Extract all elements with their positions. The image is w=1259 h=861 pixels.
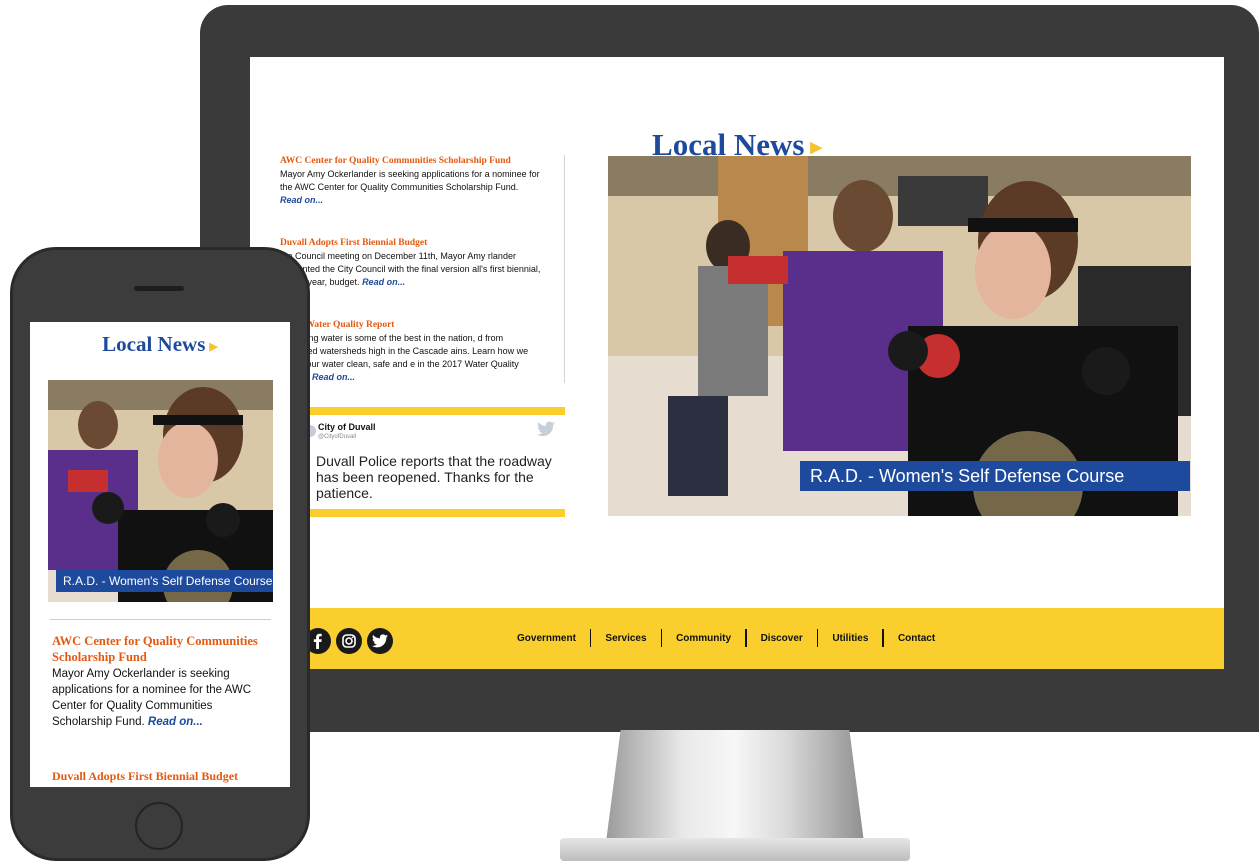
monitor-stand [605,730,865,850]
hero-image[interactable]: R.A.D. - Women's Self Defense Course [608,156,1191,516]
read-on-link[interactable]: Read on... [148,716,203,728]
tweet-handle: @CityofDuvall [318,434,357,440]
tweet-card[interactable]: City of Duvall @CityofDuvall Duvall Poli… [300,407,565,517]
nav-item-community[interactable]: Community [662,633,745,644]
nav-item-discover[interactable]: Discover [747,633,817,644]
mobile-hero-image[interactable]: R.A.D. - Women's Self Defense Course [48,380,273,602]
instagram-icon[interactable] [336,628,362,654]
mobile-news-item-title[interactable]: Duvall Adopts First Biennial Budget [52,768,282,784]
mobile-hero-photo [48,380,273,602]
news-item-title[interactable]: Duvall Adopts First Biennial Budget [280,237,542,250]
twitter-icon[interactable] [367,628,393,654]
mobile-news-item-title[interactable]: AWC Center for Quality Communities Schol… [52,633,272,665]
desktop-monitor: Local News ▶ AWC Center for Quality Commu… [200,5,1259,732]
read-on-link[interactable]: Read on... [280,195,323,205]
nav-item-utilities[interactable]: Utilities [818,633,882,644]
column-divider [564,155,565,383]
news-item: nnual Water Quality Report s drinking wa… [280,319,542,384]
site-footer: Government Services Community Discover U… [250,608,1224,669]
divider [50,619,271,620]
read-on-link[interactable]: Read on... [312,372,355,382]
read-on-link[interactable]: Read on... [362,277,405,287]
nav-item-government[interactable]: Government [503,633,590,644]
monitor-base [560,838,910,861]
news-item-body: Mayor Amy Ockerlander is seeking applica… [280,169,540,205]
desktop-screen: Local News ▶ AWC Center for Quality Commu… [250,57,1224,669]
phone-speaker [134,286,184,291]
tweet-text: Duvall Police reports that the roadway h… [316,453,552,501]
mobile-page-title: Local News ▶ [102,332,218,356]
hero-caption[interactable]: R.A.D. - Women's Self Defense Course [800,461,1190,491]
news-item-body: s drinking water is some of the best in … [280,333,529,382]
news-item: Duvall Adopts First Biennial Budget the … [280,237,542,289]
twitter-bird-icon[interactable] [537,421,555,437]
arrow-right-icon: ▶ [209,340,218,353]
mobile-news-item-body: Mayor Amy Ockerlander is seeking applica… [52,668,252,728]
news-item-body: the Council meeting on December 11th, Ma… [280,251,541,287]
mobile-screen: Local News ▶ R.A.D. - Women's Self Defen… [30,322,290,787]
news-list: AWC Center for Quality Communities Schol… [280,155,542,414]
mobile-phone: Local News ▶ R.A.D. - Women's Self Defen… [10,247,310,861]
mobile-hero-caption[interactable]: R.A.D. - Women's Self Defense Course [56,570,273,592]
news-item: AWC Center for Quality Communities Schol… [280,155,542,207]
arrow-right-icon: ▶ [810,140,822,157]
news-item-title[interactable]: nnual Water Quality Report [280,319,542,332]
nav-item-services[interactable]: Services [591,633,660,644]
nav-item-contact[interactable]: Contact [884,633,949,644]
news-item-title[interactable]: AWC Center for Quality Communities Schol… [280,155,542,168]
device-mockup-stage: Local News ▶ AWC Center for Quality Commu… [0,0,1259,861]
footer-nav: Government Services Community Discover U… [503,628,949,648]
tweet-author[interactable]: City of Duvall [318,422,376,432]
home-button[interactable] [135,802,183,850]
